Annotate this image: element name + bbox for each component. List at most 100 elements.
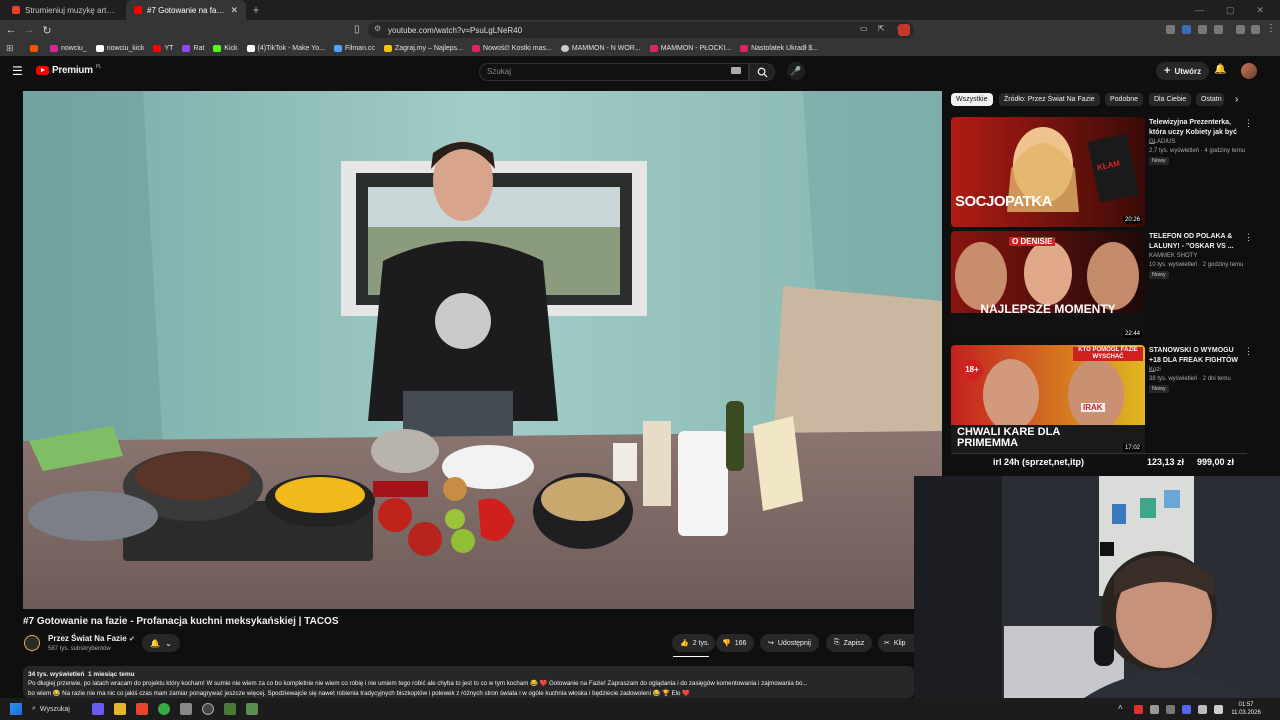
maximize-icon[interactable]: ▢ [1226, 5, 1235, 16]
taskbar-app-icon[interactable] [202, 703, 214, 715]
profile-icon[interactable] [1251, 25, 1260, 34]
more-options-icon[interactable]: ⋮ [1244, 232, 1253, 243]
chevron-right-icon[interactable]: › [1235, 94, 1238, 105]
browser-toolbar: ← → ↻ ▯ ⚙ youtube.com/watch?v=PsuLgLNeR4… [0, 20, 1280, 40]
more-options-icon[interactable]: ⋮ [1244, 346, 1253, 357]
bookmark-item[interactable]: MAMMON - N WOR... [560, 44, 641, 52]
dislike-button[interactable]: 👎 166 [716, 634, 755, 652]
chip-all[interactable]: Wszystkie [951, 93, 993, 106]
chip-related[interactable]: Podobne [1105, 93, 1144, 106]
extension-icon[interactable] [1214, 25, 1223, 34]
bookmark-item[interactable]: nowciu_ [50, 44, 87, 52]
install-icon[interactable]: ▭ [860, 24, 868, 33]
bookmark-item[interactable]: MAMMON - PŁOCKI... [649, 44, 731, 52]
like-button[interactable]: 👍 2 tys. [672, 634, 716, 652]
extension-icon[interactable] [898, 24, 910, 36]
chrome-icon[interactable] [158, 703, 170, 715]
extension-icon[interactable] [1182, 25, 1191, 34]
taskbar-app-icon[interactable] [180, 703, 192, 715]
new-badge: Nowy [1149, 157, 1169, 165]
donation-goal-overlay: irl 24h (sprzet,net,itp) 123,13 zł 999,0… [951, 453, 1247, 473]
tab-favicon-icon [12, 6, 20, 14]
minimize-icon[interactable]: — [1195, 5, 1204, 15]
forward-icon[interactable]: → [20, 24, 38, 36]
chevron-up-icon[interactable]: ˄ [1118, 703, 1123, 712]
taskbar-app-icon[interactable] [246, 703, 258, 715]
tray-icon[interactable] [1166, 705, 1175, 714]
more-options-icon[interactable]: ⋮ [1244, 118, 1253, 129]
description-box[interactable]: 34 tys. wyświetleń 1 miesiąc temu Po dłu… [23, 666, 914, 698]
taskbar-app-icon[interactable] [92, 703, 104, 715]
new-badge: Nowy [1149, 271, 1169, 279]
clock[interactable]: 01:57 11.03.2026 [1226, 701, 1266, 717]
address-bar[interactable]: ⚙ youtube.com/watch?v=PsuLgLNeR40 ▭ ⇱ ☆ [368, 22, 914, 38]
notifications-bell-icon[interactable]: 🔔 [1214, 64, 1226, 75]
wifi-icon[interactable] [1214, 705, 1223, 714]
logo-text: Premium [52, 65, 93, 76]
bookmark-item[interactable]: Kick [213, 44, 238, 52]
bookmark-item[interactable]: (4)TikTok - Make Yo... [246, 44, 325, 52]
taskbar-search[interactable]: ⌕ Wyszukaj [32, 701, 82, 717]
recommended-video[interactable]: O DENISIE NAJLEPSZE MOMENTY 22:44 TELEFO… [951, 231, 1255, 341]
youtube-logo[interactable]: Premium PL [36, 63, 102, 76]
recommended-meta: 10 tys. wyświetleń · 2 godziny temu [1149, 262, 1244, 268]
taskbar-app-icon[interactable] [224, 703, 236, 715]
apps-grid-icon[interactable]: ⊞ [6, 43, 14, 54]
recommended-video[interactable]: SOCJOPATKA KŁAM 20:26 Telewizyjna Prezen… [951, 117, 1255, 227]
bookmark-item[interactable]: Nowość! Kostki mas... [472, 44, 552, 52]
browser-tab-active[interactable]: #7 Gotowanie na fazie - Profa ✕ [126, 0, 246, 20]
tray-icon[interactable] [1198, 705, 1207, 714]
video-player[interactable] [23, 91, 942, 609]
brave-icon[interactable] [136, 703, 148, 715]
bookmark-item[interactable]: nowciu_kick [95, 44, 144, 52]
thumbnail-text: CHWALI KARE DLA PRIMEMMA [957, 426, 1060, 449]
close-window-icon[interactable]: ✕ [1256, 5, 1264, 16]
extension-icon[interactable] [1166, 25, 1175, 34]
kick-icon [213, 44, 222, 52]
chip-source[interactable]: Źródło: Przez Świat Na Fazie [999, 93, 1100, 106]
media-icon[interactable] [1236, 25, 1245, 34]
avatar[interactable] [1241, 63, 1257, 79]
recommended-video[interactable]: 18+ KTO POMOGŁ FAZIE WYSCHAĆ IRAK CHWALI… [951, 345, 1255, 455]
tray-icon[interactable] [1134, 705, 1143, 714]
bookmark-icon[interactable]: ▯ [354, 24, 360, 35]
menu-icon[interactable]: ⋮ [1266, 23, 1276, 34]
tray-icon[interactable] [1150, 705, 1159, 714]
channel-name[interactable]: Przez Świat Na Fazie ✔ [48, 634, 135, 643]
extension-icon[interactable] [1198, 25, 1207, 34]
browser-tab[interactable]: Strumieniuj muzykę artysty nowciu | [4, 0, 126, 20]
bookmark-favicon-icon [30, 44, 38, 52]
folder-icon[interactable] [114, 703, 126, 715]
bookmark-item[interactable]: YT [153, 44, 173, 52]
search-button[interactable] [749, 63, 775, 81]
share-button[interactable]: ↪ Udostępnij [760, 634, 819, 652]
keyboard-icon[interactable] [731, 67, 741, 74]
tray-icon[interactable] [1182, 705, 1191, 714]
clip-button[interactable]: ✂ Klip [878, 634, 914, 652]
tab-title: #7 Gotowanie na fazie - Profa [147, 5, 226, 15]
subscribed-button[interactable]: 🔔 ⌄ [142, 634, 180, 652]
bookmark-item[interactable]: Rat [182, 44, 204, 52]
voice-search-icon[interactable]: 🎤 [787, 62, 805, 80]
close-tab-icon[interactable]: ✕ [230, 5, 238, 16]
chip-for-you[interactable]: Dla Ciebie [1149, 93, 1192, 106]
new-tab-icon[interactable]: + [246, 0, 266, 20]
search-input[interactable]: Szukaj [479, 63, 749, 81]
create-button[interactable]: + Utwórz [1156, 62, 1210, 80]
hamburger-menu-icon[interactable]: ☰ [12, 64, 23, 78]
bookmark-item[interactable]: Nastolatek Ukradł $... [740, 44, 818, 52]
country-code: PL [95, 63, 102, 70]
sign-text: IRAK [1081, 403, 1105, 412]
bookmark-item[interactable]: Filman.cc [333, 44, 375, 52]
save-button[interactable]: ⎘ Zapisz [826, 634, 873, 652]
share-page-icon[interactable]: ⇱ [878, 24, 885, 33]
windows-start-icon[interactable] [10, 703, 22, 715]
windows-taskbar: ⌕ Wyszukaj ˄ 01:57 11.03.2026 [0, 698, 1280, 720]
chip-recent[interactable]: Ostatn [1196, 93, 1224, 106]
channel-avatar[interactable] [24, 635, 40, 651]
back-icon[interactable]: ← [2, 24, 20, 36]
bookmark-item[interactable]: Zagraj.my – Najleps... [383, 44, 463, 52]
reload-icon[interactable]: ↻ [38, 24, 56, 37]
bookmark-item[interactable] [30, 44, 41, 52]
site-info-icon[interactable]: ⚙ [374, 24, 381, 33]
